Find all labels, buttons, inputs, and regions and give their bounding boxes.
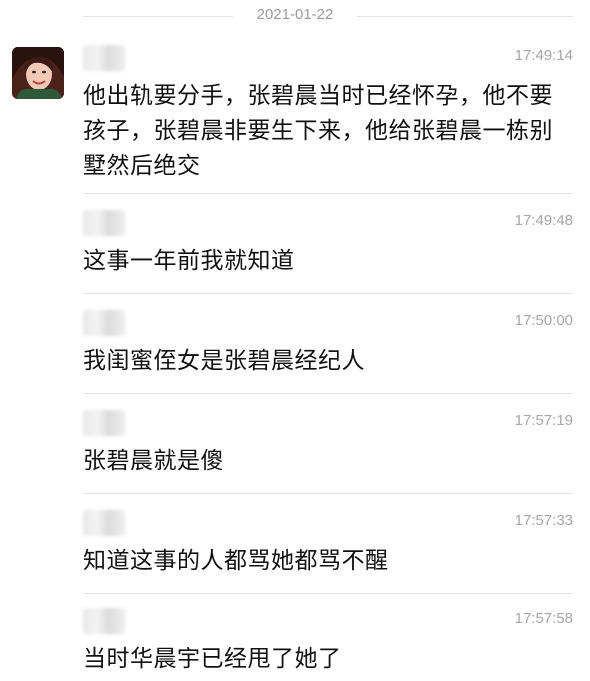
message-text: 知道这事的人都骂她都骂不醒 bbox=[83, 548, 389, 574]
message-text: 他出轨要分手，张碧晨当时已经怀孕，他不要孩子，张碧晨非要生下来，他给张碧晨一栋别… bbox=[83, 83, 553, 179]
divider-line-right bbox=[357, 16, 573, 17]
sender-name-blurred bbox=[83, 45, 125, 71]
message-6[interactable]: 17:57:58 当时华晨宇已经甩了她了 bbox=[83, 608, 573, 681]
message-separator bbox=[83, 393, 573, 394]
message-3[interactable]: 17:50:00 我闺蜜侄女是张碧晨经纪人 bbox=[83, 310, 573, 385]
sender-name-blurred bbox=[83, 510, 125, 536]
message-text: 我闺蜜侄女是张碧晨经纪人 bbox=[83, 348, 365, 374]
message-separator bbox=[83, 293, 573, 294]
message-timestamp: 17:57:19 bbox=[514, 412, 573, 429]
message-separator bbox=[83, 493, 573, 494]
message-text: 张碧晨就是傻 bbox=[83, 448, 224, 474]
avatar[interactable] bbox=[12, 47, 64, 99]
sender-name-blurred bbox=[83, 410, 125, 436]
message-4[interactable]: 17:57:19 张碧晨就是傻 bbox=[83, 410, 573, 485]
message-2[interactable]: 17:49:48 这事一年前我就知道 bbox=[83, 210, 573, 285]
message-5[interactable]: 17:57:33 知道这事的人都骂她都骂不醒 bbox=[83, 510, 573, 585]
date-divider-label: 2021-01-22 bbox=[256, 6, 334, 23]
sender-name-blurred bbox=[83, 210, 125, 236]
message-timestamp: 17:50:00 bbox=[514, 312, 573, 329]
message-timestamp: 17:49:14 bbox=[514, 47, 573, 64]
message-timestamp: 17:57:58 bbox=[514, 610, 573, 627]
message-text: 当时华晨宇已经甩了她了 bbox=[83, 646, 342, 672]
avatar-image bbox=[12, 47, 64, 99]
message-separator bbox=[83, 593, 573, 594]
message-separator bbox=[83, 193, 573, 194]
message-timestamp: 17:49:48 bbox=[514, 212, 573, 229]
message-timestamp: 17:57:33 bbox=[514, 512, 573, 529]
message-text: 这事一年前我就知道 bbox=[83, 248, 295, 274]
message-1[interactable]: 17:49:14 他出轨要分手，张碧晨当时已经怀孕，他不要孩子，张碧晨非要生下来… bbox=[83, 45, 573, 185]
sender-name-blurred bbox=[83, 310, 125, 336]
date-divider: 2021-01-22 bbox=[0, 0, 590, 30]
sender-name-blurred bbox=[83, 608, 125, 634]
